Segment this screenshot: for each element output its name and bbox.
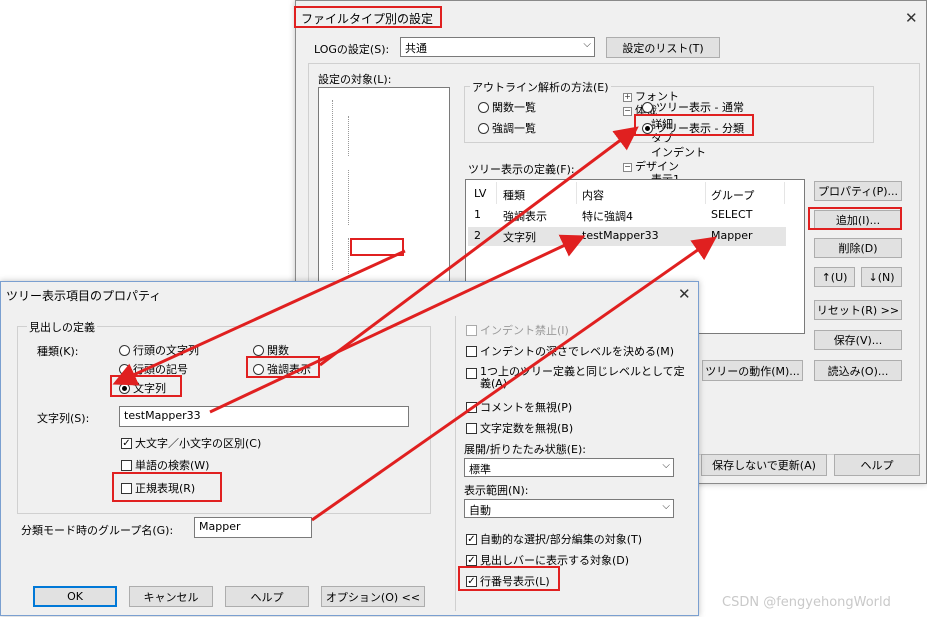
- arrow-highlight-to-tree: [319, 126, 639, 367]
- arrow-group-to-mapper: [311, 236, 717, 522]
- arrow-string-to-content: [209, 234, 586, 414]
- arrow-analysis: [112, 249, 406, 386]
- annotation-arrows: [112, 126, 717, 522]
- watermark: CSDN @fengyehongWorld: [722, 595, 891, 610]
